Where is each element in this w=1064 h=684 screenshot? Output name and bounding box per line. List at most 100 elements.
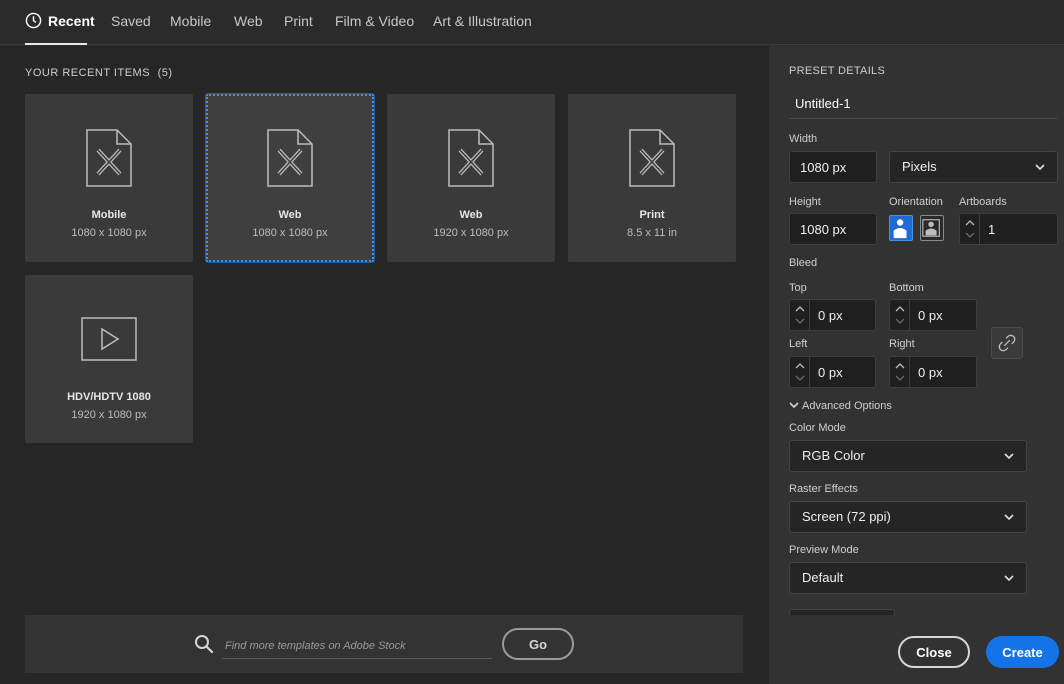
- create-button[interactable]: Create: [986, 636, 1059, 668]
- chevron-down-icon[interactable]: [795, 317, 805, 325]
- units-value: Pixels: [902, 159, 937, 174]
- bleed-left-label: Left: [789, 338, 808, 350]
- card-name: Mobile: [91, 209, 127, 221]
- stepper-arrows[interactable]: [790, 357, 810, 387]
- preset-details-heading: PRESET DETAILS: [789, 65, 886, 77]
- chevron-down-icon[interactable]: [965, 231, 975, 239]
- chevron-down-icon[interactable]: [795, 374, 805, 382]
- tab-film-video[interactable]: Film & Video: [335, 13, 414, 29]
- landscape-icon: [922, 219, 940, 237]
- partially-hidden-field: [789, 609, 895, 615]
- card-size: 1080 x 1080 px: [252, 227, 328, 239]
- width-label: Width: [789, 133, 818, 145]
- chevron-up-icon[interactable]: [965, 219, 975, 227]
- bleed-bottom-label: Bottom: [889, 282, 924, 294]
- search-icon: [195, 635, 214, 654]
- card-name: Web: [278, 209, 302, 221]
- go-button[interactable]: Go: [502, 628, 574, 660]
- card-size: 1920 x 1080 px: [71, 409, 147, 421]
- raster-effects-value: Screen (72 ppi): [802, 509, 891, 524]
- bleed-top-value: 0 px: [818, 308, 843, 323]
- artboards-label: Artboards: [959, 196, 1007, 208]
- bleed-label: Bleed: [789, 257, 818, 269]
- tab-mobile[interactable]: Mobile: [170, 13, 211, 29]
- stepper-arrows[interactable]: [890, 357, 910, 387]
- chevron-down-icon[interactable]: [895, 317, 905, 325]
- tab-saved[interactable]: Saved: [111, 13, 151, 29]
- card-name: Web: [459, 209, 483, 221]
- tab-recent[interactable]: Recent: [48, 13, 95, 29]
- color-mode-value: RGB Color: [802, 448, 865, 463]
- document-icon: [86, 129, 132, 187]
- chevron-down-icon[interactable]: [895, 374, 905, 382]
- raster-effects-label: Raster Effects: [789, 483, 858, 495]
- artboards-value: 1: [988, 222, 996, 237]
- advanced-options-toggle[interactable]: Advanced Options: [789, 400, 892, 412]
- link-icon: [998, 334, 1016, 352]
- card-size: 1080 x 1080 px: [71, 227, 147, 239]
- advanced-options-label: Advanced Options: [802, 400, 892, 412]
- bleed-left-value: 0 px: [818, 365, 843, 380]
- color-mode-select[interactable]: RGB Color: [789, 440, 1027, 472]
- stock-search-input[interactable]: [222, 633, 492, 659]
- tab-print[interactable]: Print: [284, 13, 313, 29]
- bleed-right-value: 0 px: [918, 365, 943, 380]
- recent-item-hdtv[interactable]: HDV/HDTV 1080 1920 x 1080 px: [25, 275, 193, 443]
- tab-art-illustration[interactable]: Art & Illustration: [433, 13, 532, 29]
- recent-items-heading: YOUR RECENT ITEMS (5): [25, 67, 173, 79]
- portrait-orientation-button[interactable]: [889, 215, 913, 241]
- preview-mode-label: Preview Mode: [789, 544, 859, 556]
- units-select[interactable]: Pixels: [889, 151, 1058, 183]
- card-name: Print: [639, 209, 665, 221]
- link-bleed-button[interactable]: [991, 327, 1023, 359]
- recent-item-web[interactable]: Web 1920 x 1080 px: [387, 94, 555, 262]
- bleed-right-stepper[interactable]: 0 px: [889, 356, 977, 388]
- stepper-arrows[interactable]: [890, 300, 910, 330]
- bleed-left-stepper[interactable]: 0 px: [789, 356, 876, 388]
- bleed-bottom-value: 0 px: [918, 308, 943, 323]
- chevron-up-icon[interactable]: [895, 305, 905, 313]
- stepper-arrows[interactable]: [790, 300, 810, 330]
- artboards-stepper[interactable]: 1: [959, 213, 1058, 245]
- bleed-top-label: Top: [789, 282, 807, 294]
- clock-icon: [25, 12, 42, 29]
- card-name: HDV/HDTV 1080: [67, 391, 151, 403]
- chevron-down-icon: [1004, 453, 1014, 460]
- bleed-bottom-stepper[interactable]: 0 px: [889, 299, 977, 331]
- recent-count: (5): [157, 67, 173, 79]
- raster-effects-select[interactable]: Screen (72 ppi): [789, 501, 1027, 533]
- tab-web[interactable]: Web: [234, 13, 263, 29]
- recent-heading-text: YOUR RECENT ITEMS: [25, 67, 151, 79]
- width-field[interactable]: [789, 151, 877, 183]
- orientation-label: Orientation: [889, 196, 943, 208]
- bleed-right-label: Right: [889, 338, 915, 350]
- chevron-up-icon[interactable]: [895, 362, 905, 370]
- video-icon: [81, 317, 137, 361]
- recent-item-web-selected[interactable]: Web 1080 x 1080 px: [205, 93, 375, 263]
- landscape-orientation-button[interactable]: [920, 215, 944, 241]
- category-tabs: Recent Saved Mobile Web Print Film & Vid…: [0, 0, 1064, 45]
- chevron-down-icon: [789, 402, 799, 409]
- document-name-field[interactable]: [789, 89, 1057, 119]
- document-icon: [448, 129, 494, 187]
- chevron-down-icon: [1035, 164, 1045, 171]
- bleed-top-stepper[interactable]: 0 px: [789, 299, 876, 331]
- stepper-arrows[interactable]: [960, 214, 980, 244]
- card-size: 8.5 x 11 in: [627, 227, 677, 239]
- chevron-down-icon: [1004, 575, 1014, 582]
- portrait-icon: [893, 219, 907, 239]
- active-tab-indicator: [25, 43, 87, 45]
- preview-mode-value: Default: [802, 570, 844, 585]
- document-icon: [267, 129, 313, 187]
- close-button[interactable]: Close: [898, 636, 970, 668]
- color-mode-label: Color Mode: [789, 422, 846, 434]
- chevron-up-icon[interactable]: [795, 305, 805, 313]
- recent-item-print[interactable]: Print 8.5 x 11 in: [568, 94, 736, 262]
- preview-mode-select[interactable]: Default: [789, 562, 1027, 594]
- document-icon: [629, 129, 675, 187]
- height-field[interactable]: [789, 213, 877, 245]
- chevron-down-icon: [1004, 514, 1014, 521]
- card-size: 1920 x 1080 px: [433, 227, 509, 239]
- recent-item-mobile[interactable]: Mobile 1080 x 1080 px: [25, 94, 193, 262]
- chevron-up-icon[interactable]: [795, 362, 805, 370]
